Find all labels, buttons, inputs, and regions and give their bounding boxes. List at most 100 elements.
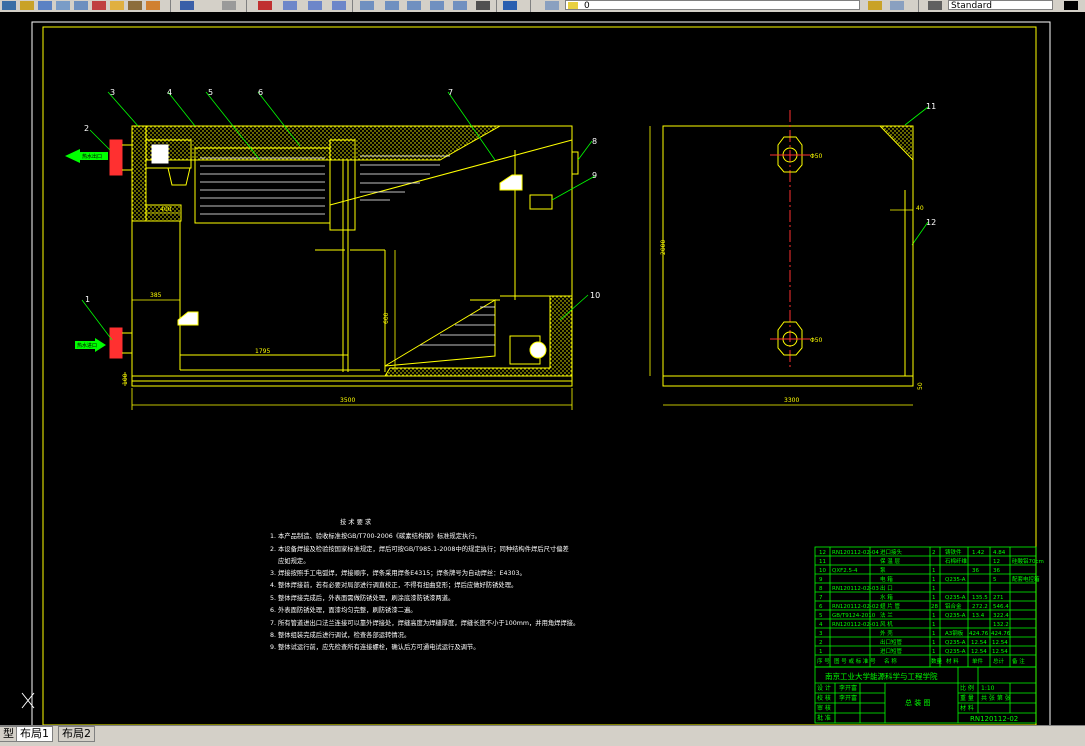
bom-material: A3钢板 — [945, 629, 964, 637]
copy-icon[interactable] — [110, 1, 124, 10]
text-style-dropdown[interactable]: Standard — [948, 0, 1053, 11]
insulation-top — [131, 125, 502, 161]
calculator-icon[interactable] — [476, 1, 490, 10]
tb-approve-label: 批 准 — [817, 714, 831, 722]
tab-layout1[interactable]: 布局1 — [16, 726, 53, 742]
bom-qty: 1 — [932, 613, 936, 619]
bom-header: 备 注 — [1012, 657, 1025, 665]
layer-manager-icon[interactable] — [545, 1, 559, 10]
bom-total: 132.2 — [993, 622, 1009, 628]
bom-no: 9 — [819, 577, 823, 583]
bom-material: 铝合金 — [945, 602, 962, 610]
bom-qty: 1 — [932, 568, 936, 574]
side-base — [662, 375, 914, 387]
print-icon[interactable] — [38, 1, 52, 10]
front-view — [109, 125, 579, 410]
flow-arrows: 热水出口 热水进口 — [65, 149, 108, 352]
preview-icon[interactable] — [56, 1, 70, 10]
fan-hood — [167, 167, 191, 186]
bom-name: 外 壳 — [880, 629, 893, 637]
text-style-icon[interactable] — [928, 1, 942, 10]
undo-icon[interactable] — [180, 1, 194, 10]
bom-material: Q235-A — [945, 640, 966, 646]
callout-9: 9 — [592, 171, 597, 180]
tb-material-label: 材 料 — [960, 704, 974, 712]
outlet-flange-right — [571, 151, 579, 175]
bom-no: 7 — [819, 595, 823, 601]
school-name: 南京工业大学能源科学与工程学院 — [825, 671, 938, 681]
callout-4: 4 — [167, 88, 172, 97]
open-icon[interactable] — [2, 1, 16, 10]
designcenter-icon[interactable] — [385, 1, 399, 10]
layer-dropdown[interactable]: 0 — [565, 0, 860, 11]
make-current-icon[interactable] — [868, 1, 882, 10]
bom-qty: 1 — [932, 640, 936, 646]
bom-material: Q235-A — [945, 649, 966, 655]
bom-material: Q235-A — [945, 613, 966, 619]
properties-icon[interactable] — [360, 1, 374, 10]
inlet-pipe — [109, 327, 123, 359]
bom-name: 法 兰 — [880, 611, 893, 619]
tech-title: 技 术 要 求 — [340, 517, 372, 526]
zoom-window-icon[interactable] — [308, 1, 322, 10]
dim-3500: 3500 — [340, 397, 355, 404]
bom-total: 36 — [993, 568, 1000, 574]
dim-385: 385 — [150, 292, 162, 299]
toolpalette-icon[interactable] — [407, 1, 421, 10]
callout-1: 1 — [85, 295, 90, 304]
bom-header: 材 料 — [946, 657, 959, 665]
zoom-realtime-icon[interactable] — [283, 1, 297, 10]
tb-drawing-name: 总 装 图 — [905, 698, 930, 707]
model-space-canvas[interactable]: 3500 1795 385 400 600 100 热水出口 热水进口 1 2 … — [0, 12, 1085, 725]
bom-no: 3 — [819, 631, 823, 637]
bom-header: 单件 — [972, 657, 984, 665]
bom-qty: 1 — [932, 586, 936, 592]
bom-no: 8 — [819, 586, 823, 592]
zoom-previous-icon[interactable] — [332, 1, 346, 10]
technical-requirements: 技 术 要 求 1. 本产品制造、验收标准按GB/T700-2006《碳素结构钢… — [270, 517, 579, 651]
pan-icon[interactable] — [258, 1, 272, 10]
title-block-text: 南京工业大学能源科学与工程学院 设 计 李开富 校 核 李开富 审 核 批 准 … — [817, 671, 1018, 723]
bom-no: 4 — [819, 622, 823, 628]
dim-phi50-bottom: Φ50 — [810, 337, 823, 344]
callout-numbers: 1 2 3 4 5 6 7 8 9 10 11 12 — [84, 88, 936, 304]
outlet-pipe — [109, 139, 123, 176]
bom-name: 风 机 — [880, 620, 893, 628]
bom-code: RN120112-02-02 — [832, 604, 879, 610]
bom-total: 12 — [993, 559, 1000, 565]
insulation-left — [131, 125, 147, 222]
inlet-tag: 热水进口 — [77, 342, 97, 349]
bom-total: 5 — [993, 577, 997, 583]
matchprop-icon[interactable] — [146, 1, 160, 10]
bom-name: 进口接头 — [880, 548, 903, 556]
callout-6: 6 — [258, 88, 263, 97]
sheetset-icon[interactable] — [430, 1, 444, 10]
dim-3300: 3300 — [784, 397, 799, 404]
dim-style-icon[interactable] — [1064, 1, 1078, 10]
bom-qty: 1 — [932, 649, 936, 655]
redo-icon[interactable] — [222, 1, 236, 10]
bom-no: 1 — [819, 649, 823, 655]
help-icon[interactable] — [503, 1, 517, 10]
bom-material: 铸铁件 — [945, 548, 962, 556]
bom-total: 424.76 — [991, 631, 1011, 637]
paste-icon[interactable] — [128, 1, 142, 10]
tab-layout2[interactable]: 布局2 — [58, 726, 95, 742]
bom-no: 12 — [819, 550, 826, 556]
cut-icon[interactable] — [92, 1, 106, 10]
dim-2000: 2000 — [660, 240, 667, 255]
bom-weight: 12.54 — [971, 649, 987, 655]
side-view — [649, 110, 914, 406]
markup-icon[interactable] — [453, 1, 467, 10]
bom-weight: 12.54 — [971, 640, 987, 646]
bom-code: RN120112-02-03 — [832, 586, 879, 592]
bom-total: 4.84 — [993, 550, 1006, 556]
bom-total: 12.54 — [992, 640, 1008, 646]
save-icon[interactable] — [20, 1, 34, 10]
dim-40: 40 — [916, 205, 924, 212]
layer-previous-icon[interactable] — [890, 1, 904, 10]
publish-icon[interactable] — [74, 1, 88, 10]
tech-note-8: 8. 整体组装完成后进行调试，检查各部运转情况。 — [270, 630, 410, 639]
bom-material: Q235-A — [945, 595, 966, 601]
tech-note-2: 2. 本设备焊接及检验按国家标准规定，焊后可按GB/T985.1-2008中的规… — [270, 544, 569, 553]
